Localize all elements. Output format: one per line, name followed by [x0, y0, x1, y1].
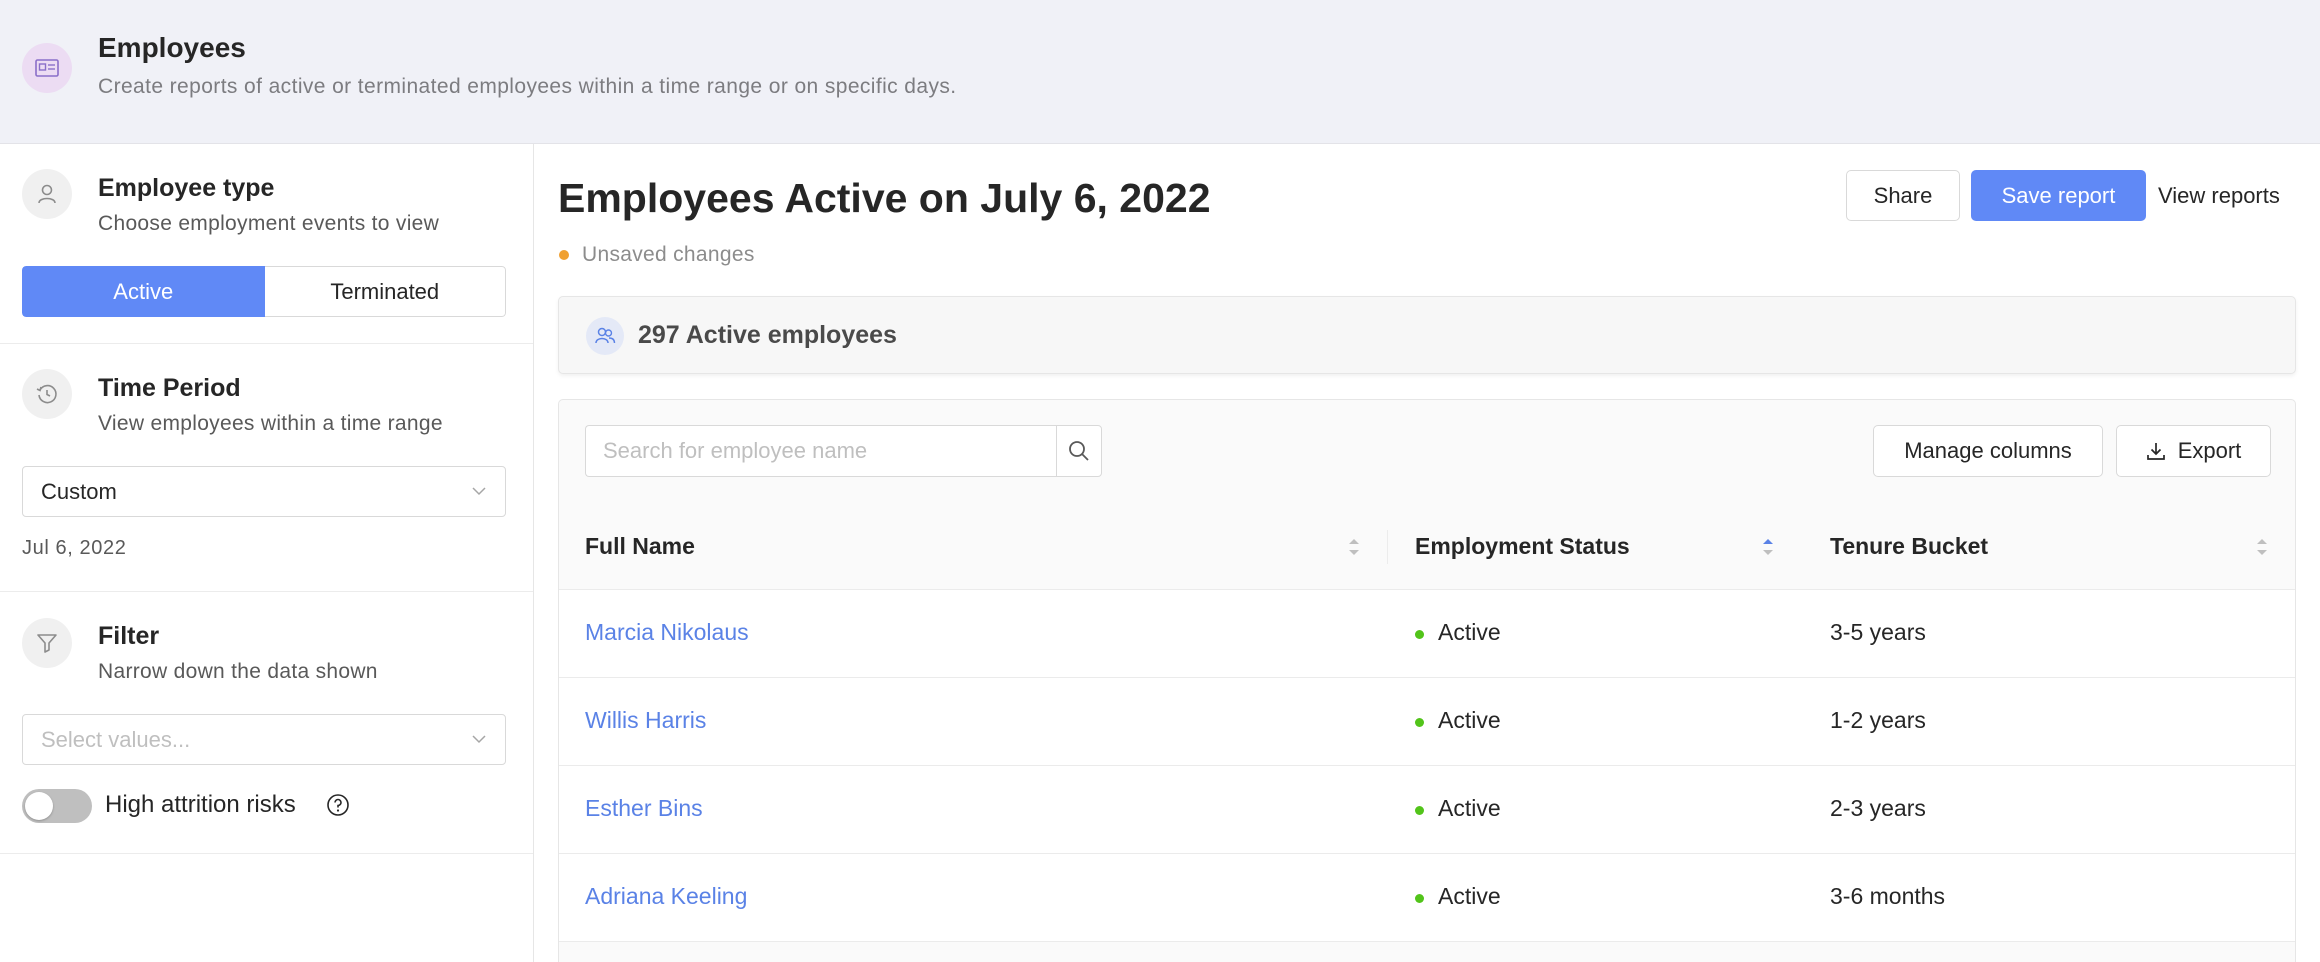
time-period-select[interactable]: Custom: [22, 466, 506, 517]
sort-icon[interactable]: [1347, 536, 1361, 558]
filter-values-select[interactable]: Select values...: [22, 714, 506, 765]
table-row: Adriana Keeling Active 3-6 months: [559, 854, 2295, 942]
export-button[interactable]: Export: [2116, 425, 2271, 477]
employee-name-link[interactable]: Esther Bins: [585, 795, 703, 822]
unsaved-indicator: [559, 250, 569, 260]
column-header-full-name[interactable]: Full Name: [585, 533, 695, 560]
tenure-bucket: 2-3 years: [1830, 795, 1926, 821]
filter-section: Filter Narrow down the data shown Select…: [0, 592, 533, 854]
tenure-bucket: 3-6 months: [1830, 883, 1946, 909]
employment-status: Active: [1438, 795, 1501, 821]
table-row: Willis Harris Active 1-2 years: [559, 678, 2295, 766]
search-bar: [585, 425, 1102, 477]
page-header: Employees Create reports of active or te…: [0, 0, 2320, 144]
tenure-bucket: 1-2 years: [1830, 707, 1926, 733]
summary-card: 297 Active employees: [558, 296, 2296, 374]
filter-subtitle: Narrow down the data shown: [98, 660, 378, 683]
employment-status: Active: [1438, 619, 1501, 645]
search-button[interactable]: [1055, 425, 1102, 477]
time-period-subtitle: View employees within a time range: [98, 412, 443, 435]
high-attrition-toggle[interactable]: [22, 789, 92, 823]
time-period-section: Time Period View employees within a time…: [0, 344, 533, 592]
person-icon: [22, 169, 72, 219]
share-button[interactable]: Share: [1846, 170, 1960, 221]
toggle-knob: [25, 792, 53, 820]
sort-icon[interactable]: [2255, 536, 2269, 558]
table-body: Marcia Nikolaus Active 3-5 years Willis …: [559, 590, 2295, 942]
report-title: Employees Active on July 6, 2022: [558, 175, 1211, 221]
employment-status: Active: [1438, 883, 1501, 909]
page-subtitle: Create reports of active or terminated e…: [98, 75, 957, 98]
column-header-tenure-bucket[interactable]: Tenure Bucket: [1830, 533, 1988, 560]
filter-select-placeholder: Select values...: [41, 726, 191, 752]
employee-count: 297 Active employees: [638, 321, 897, 349]
employee-name-link[interactable]: Willis Harris: [585, 707, 706, 734]
status-dot: [1415, 630, 1424, 639]
table-row: Marcia Nikolaus Active 3-5 years: [559, 590, 2295, 678]
tenure-bucket: 3-5 years: [1830, 619, 1926, 645]
download-icon: [2146, 443, 2165, 460]
employee-type-subtitle: Choose employment events to view: [98, 212, 440, 235]
page-title: Employees: [98, 32, 246, 63]
time-period-select-value: Custom: [41, 478, 117, 504]
employee-name-link[interactable]: Marcia Nikolaus: [585, 619, 749, 646]
save-report-button[interactable]: Save report: [1971, 170, 2146, 221]
time-period-title: Time Period: [98, 374, 241, 402]
people-icon: [586, 317, 624, 355]
employee-name-link[interactable]: Adriana Keeling: [585, 883, 747, 910]
employee-type-title: Employee type: [98, 174, 275, 202]
employee-type-section: Employee type Choose employment events t…: [0, 144, 533, 344]
terminated-option[interactable]: Terminated: [264, 266, 506, 317]
unsaved-text: Unsaved changes: [582, 243, 755, 266]
employee-type-toggle: Active Terminated: [22, 266, 506, 317]
clock-history-icon: [22, 369, 72, 419]
search-icon: [1068, 441, 1089, 461]
column-header-employment-status[interactable]: Employment Status: [1415, 533, 1630, 560]
table-row: Esther Bins Active 2-3 years: [559, 766, 2295, 854]
active-option[interactable]: Active: [22, 266, 265, 317]
column-divider: [1387, 530, 1388, 564]
help-icon[interactable]: [326, 793, 350, 817]
id-card-icon: [22, 43, 72, 93]
export-label: Export: [2177, 438, 2242, 463]
sort-ascending-icon[interactable]: [1761, 536, 1775, 558]
selected-date: Jul 6, 2022: [22, 537, 127, 559]
chevron-down-icon: [472, 487, 486, 496]
high-attrition-label: High attrition risks: [105, 791, 296, 818]
employment-status: Active: [1438, 707, 1501, 733]
manage-columns-button[interactable]: Manage columns: [1873, 425, 2103, 477]
funnel-icon: [22, 618, 72, 668]
table-header: Full Name Employment Status Tenure Bucke…: [559, 504, 2295, 590]
employee-table-card: Manage columns Export Full Name Employme…: [558, 399, 2296, 962]
sidebar: Employee type Choose employment events t…: [0, 144, 534, 962]
view-reports-button[interactable]: View reports: [2158, 170, 2298, 221]
filter-title: Filter: [98, 622, 160, 650]
status-dot: [1415, 806, 1424, 815]
search-input[interactable]: [585, 425, 1056, 477]
chevron-down-icon: [472, 735, 486, 744]
status-dot: [1415, 894, 1424, 903]
status-dot: [1415, 718, 1424, 727]
